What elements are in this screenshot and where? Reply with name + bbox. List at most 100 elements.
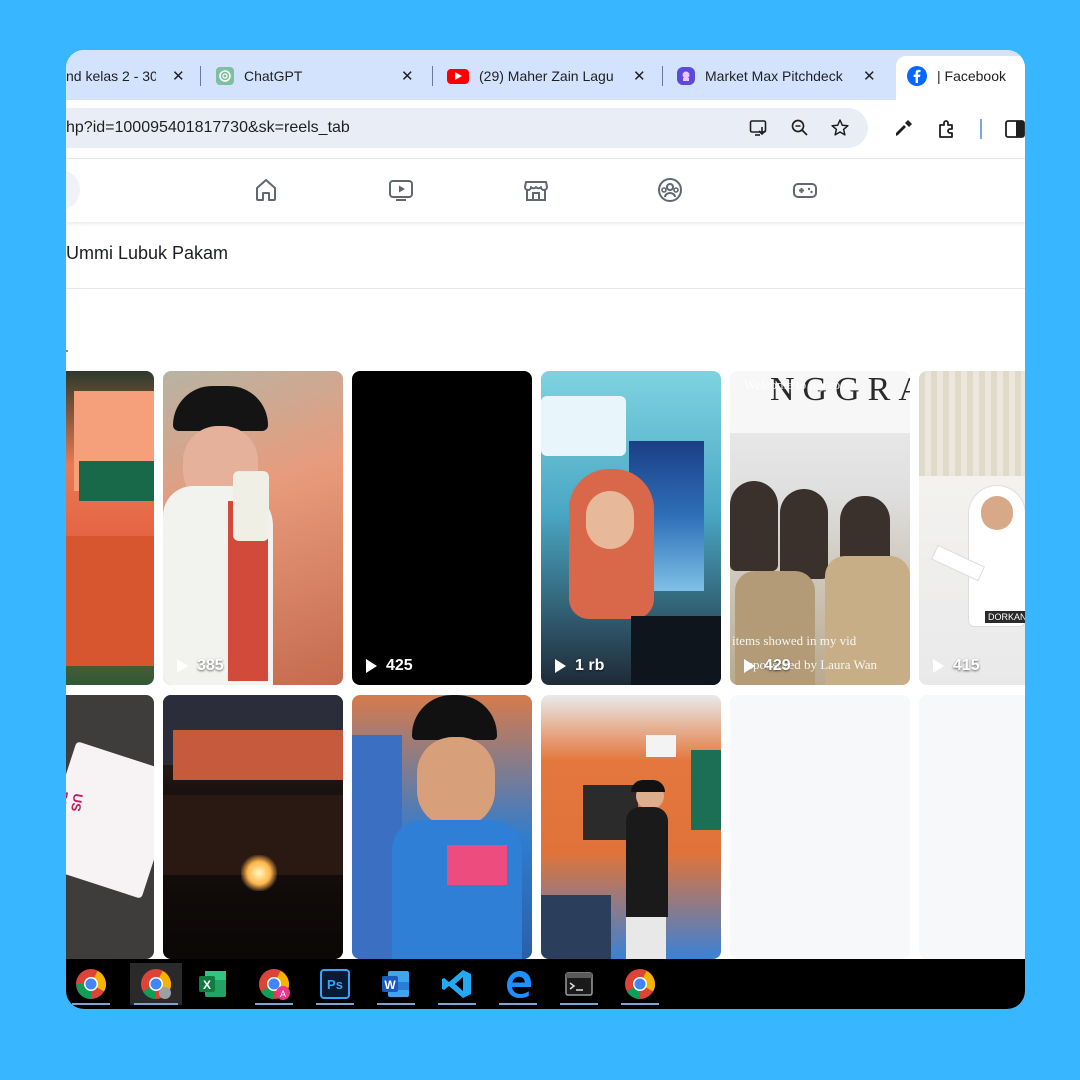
child-figure [780, 489, 828, 579]
divider [66, 288, 1025, 289]
page-title[interactable]: Ummi Lubuk Pakam [66, 243, 228, 264]
speaker-body [626, 807, 668, 917]
close-icon[interactable]: ✕ [863, 67, 876, 85]
install-app-icon[interactable] [749, 118, 769, 138]
tab-separator [200, 66, 201, 86]
close-icon[interactable]: ✕ [172, 67, 185, 85]
trousers [626, 917, 666, 959]
reel-thumbnail[interactable]: DORKAN 415 [919, 371, 1025, 685]
reel-thumbnail[interactable]: 425 [352, 371, 532, 685]
peci-cap [631, 780, 665, 792]
peci-cap [412, 695, 497, 740]
side-panel-icon[interactable] [1004, 118, 1025, 140]
divider-dot [66, 350, 68, 352]
chatgpt-icon [216, 67, 234, 85]
tab-youtube[interactable]: (29) Maher Zain Lagu ✕ [447, 62, 652, 90]
youtube-icon [447, 68, 469, 84]
facebook-icon [907, 66, 927, 86]
url-text[interactable]: hp?id=100095401817730&sk=reels_tab [66, 119, 350, 137]
toolbar-divider [980, 119, 982, 139]
tab-title: (29) Maher Zain Lagu [479, 68, 614, 84]
eyedropper-icon[interactable] [892, 118, 914, 140]
photoshop-letters: Ps [327, 977, 343, 992]
reel-thumbnail[interactable] [541, 695, 721, 959]
tab-title: ChatGPT [244, 68, 303, 84]
tab-market-max[interactable]: Market Max Pitchdeck ✕ [677, 62, 882, 90]
plastic-bottle [233, 471, 269, 541]
green-door [691, 750, 721, 830]
vscode-icon[interactable] [434, 963, 480, 1005]
wall-sign [541, 396, 626, 456]
edge-icon[interactable] [495, 963, 541, 1005]
air-conditioner [646, 735, 676, 757]
address-bar[interactable]: hp?id=100095401817730&sk=reels_tab [66, 108, 868, 148]
excel-icon[interactable]: X [190, 963, 236, 1005]
view-count: 385 [177, 657, 224, 675]
marketplace-icon[interactable] [522, 176, 550, 204]
reel-thumbnail[interactable] [163, 695, 343, 959]
word-letter: W [384, 978, 396, 992]
reel-thumbnail[interactable]: 1 rb [541, 371, 721, 685]
view-count: 415 [933, 657, 980, 675]
view-count: 425 [366, 657, 413, 675]
face [417, 737, 495, 827]
tab-strip: nd kelas 2 - 30 ✕ ChatGPT ✕ (29) Maher Z… [66, 50, 1025, 100]
reel-thumbnail[interactable] [66, 371, 154, 685]
photoshop-icon[interactable]: Ps [312, 963, 358, 1005]
desk [631, 616, 721, 685]
chrome-icon[interactable] [617, 963, 663, 1005]
reel-thumbnail[interactable]: NGGRA Welcome to my room items showed in… [730, 371, 910, 685]
taskbar: X A Ps W [66, 959, 1025, 1009]
browser-toolbar: hp?id=100095401817730&sk=reels_tab [66, 100, 1025, 158]
reel-thumbnail[interactable] [352, 695, 532, 959]
child-figure [730, 481, 778, 571]
pink-stripe [447, 845, 507, 885]
close-icon[interactable]: ✕ [633, 67, 646, 85]
blue-shirt [392, 820, 522, 959]
tab-chatgpt[interactable]: ChatGPT ✕ [216, 62, 421, 90]
chrome-profile-a-icon[interactable]: A [251, 963, 297, 1005]
tab-separator [432, 66, 433, 86]
view-count: 1 rb [555, 657, 604, 675]
seated-children [541, 895, 611, 959]
tab-title: nd kelas 2 - 30 [66, 68, 156, 84]
play-icon [744, 659, 755, 673]
reel-placeholder [919, 695, 1025, 959]
reel-thumbnail[interactable]: US DESIGNER [66, 695, 154, 959]
view-count: 429 [744, 657, 791, 675]
extensions-icon[interactable] [936, 118, 958, 140]
play-icon [933, 659, 944, 673]
stage [66, 536, 154, 666]
peci-cap [173, 386, 268, 431]
campfire [241, 855, 277, 891]
play-icon [555, 659, 566, 673]
close-icon[interactable]: ✕ [401, 67, 414, 85]
facebook-search[interactable] [66, 170, 80, 210]
facebook-top-nav [66, 158, 1025, 222]
zoom-icon[interactable] [790, 118, 810, 138]
video-icon[interactable] [387, 176, 415, 204]
green-wall [79, 461, 154, 501]
tab-kelas[interactable]: nd kelas 2 - 30 ✕ [66, 62, 190, 90]
tab-facebook[interactable]: | Facebook [907, 62, 1025, 90]
face [981, 496, 1013, 530]
word-icon[interactable]: W [373, 963, 419, 1005]
building-wall [173, 730, 343, 780]
tab-title: Market Max Pitchdeck [705, 68, 843, 84]
excel-letter: X [203, 978, 211, 992]
groups-icon[interactable] [656, 176, 684, 204]
curtain [919, 371, 1025, 476]
bookmark-star-icon[interactable] [830, 118, 850, 138]
chrome-profile-icon[interactable] [130, 963, 182, 1005]
gaming-icon[interactable] [791, 176, 819, 204]
reel-placeholder [730, 695, 910, 959]
caption-line: Welcome to my room [744, 377, 857, 392]
tab-separator [662, 66, 663, 86]
tab-title: | Facebook [937, 68, 1007, 84]
home-icon[interactable] [252, 176, 280, 204]
face [586, 491, 634, 549]
app-shield-icon [677, 67, 695, 85]
chrome-icon[interactable] [68, 963, 114, 1005]
terminal-icon[interactable] [556, 963, 602, 1005]
reel-thumbnail[interactable]: 385 [163, 371, 343, 685]
